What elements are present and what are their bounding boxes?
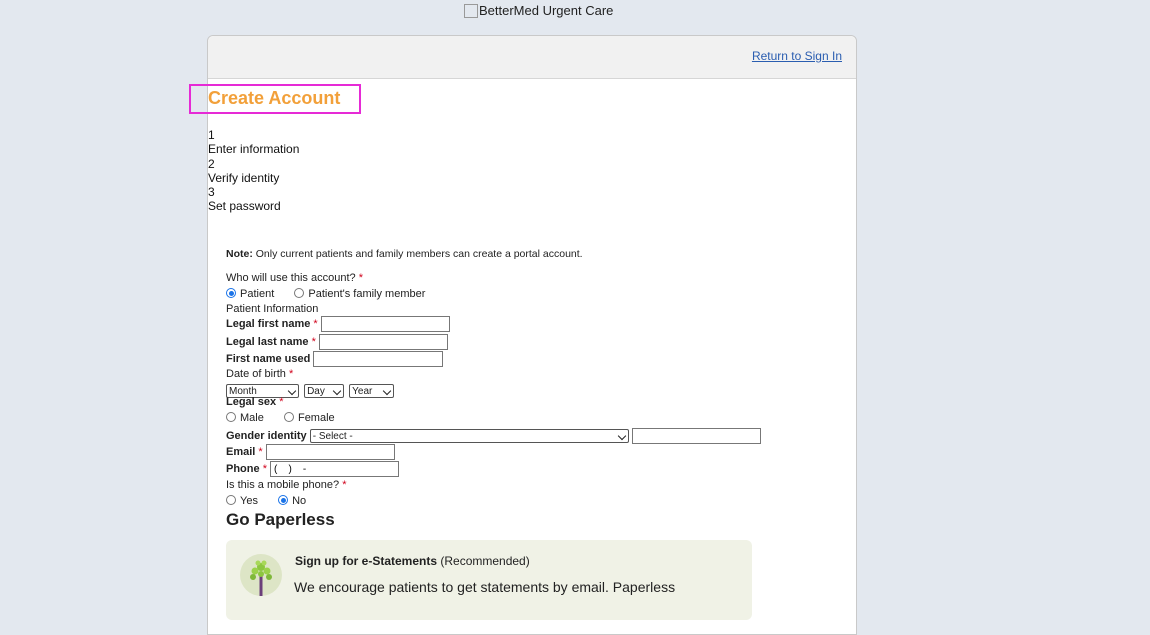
note-label: Note: xyxy=(226,248,253,260)
dob-day-value: Day xyxy=(307,386,325,397)
radio-patient[interactable] xyxy=(226,288,236,298)
first-name-input[interactable] xyxy=(320,316,450,332)
gender-label: Gender identity xyxy=(226,429,307,442)
note: Note: Only current patients and family m… xyxy=(226,248,583,260)
required-mark: * xyxy=(358,272,363,284)
gender-other-input[interactable] xyxy=(631,428,761,444)
radio-no[interactable] xyxy=(278,495,289,505)
gender-select[interactable]: - Select - xyxy=(309,429,629,443)
last-name-row: Legal last name * xyxy=(226,334,448,350)
required-mark: * xyxy=(262,462,267,475)
sex-radio-group: Male Female xyxy=(226,412,335,424)
chevron-down-icon xyxy=(382,386,392,396)
required-mark: * xyxy=(342,479,347,491)
first-name-row: Legal first name * xyxy=(226,316,450,332)
phone-label: Phone xyxy=(226,462,260,475)
chevron-down-icon xyxy=(332,386,342,396)
who-question: Who will use this account? * xyxy=(226,272,363,284)
step-label: Set password xyxy=(208,199,281,214)
recommended-label: (Recommended) xyxy=(440,554,530,568)
first-name-used-input[interactable] xyxy=(313,351,444,367)
estatements-panel: Sign up for e-Statements (Recommended) W… xyxy=(226,540,752,620)
logo-alt-text: BetterMed Urgent Care xyxy=(479,3,614,18)
estatements-title-bold: Sign up for e-Statements xyxy=(295,554,438,568)
gender-row: Gender identity - Select - xyxy=(226,428,761,444)
required-mark: * xyxy=(258,445,263,458)
phone-input[interactable] xyxy=(270,461,400,477)
sex-label-row: Legal sex * xyxy=(226,396,283,408)
page-title: Create Account xyxy=(208,88,341,108)
step-label: Enter information xyxy=(208,142,300,157)
mobile-label-row: Is this a mobile phone? * xyxy=(226,479,346,491)
go-paperless-heading: Go Paperless xyxy=(226,510,335,529)
radio-label: Patient's family member xyxy=(308,288,426,300)
first-name-used-label: First name used xyxy=(226,352,311,365)
phone-row: Phone * xyxy=(226,461,400,477)
chevron-down-icon xyxy=(287,386,297,396)
first-name-label: Legal first name xyxy=(226,317,311,330)
tree-icon xyxy=(240,554,282,596)
radio-label: Male xyxy=(240,412,264,424)
estatements-body: We encourage patients to get statements … xyxy=(294,579,676,595)
broken-image-icon xyxy=(464,3,478,18)
radio-label: Yes xyxy=(240,495,258,507)
dob-year-value: Year xyxy=(352,386,373,397)
dob-label: Date of birth xyxy=(226,368,286,380)
mobile-radio-group: Yes No xyxy=(226,495,306,507)
step-number: 1 xyxy=(208,128,215,142)
dob-label-row: Date of birth * xyxy=(226,368,293,380)
radio-label: No xyxy=(292,495,307,507)
chevron-down-icon xyxy=(617,431,626,441)
steps-indicator: 1 Enter information 2 Verify identity 3 … xyxy=(208,128,299,214)
dob-day-select[interactable]: Day xyxy=(304,384,345,398)
step-number: 3 xyxy=(208,185,215,200)
step-label: Verify identity xyxy=(208,170,280,185)
radio-female[interactable] xyxy=(283,412,294,422)
step-number: 2 xyxy=(208,156,215,171)
return-to-sign-in-link[interactable]: Return to Sign In xyxy=(752,49,842,63)
estatements-title: Sign up for e-Statements (Recommended) xyxy=(295,554,530,568)
required-mark: * xyxy=(279,396,284,408)
dob-year-select[interactable]: Year xyxy=(349,384,395,398)
card-header: Return to Sign In xyxy=(208,36,856,79)
radio-label: Patient xyxy=(240,288,275,300)
last-name-input[interactable] xyxy=(318,334,448,350)
required-mark: * xyxy=(311,335,316,348)
radio-yes[interactable] xyxy=(226,495,236,505)
mobile-label: Is this a mobile phone? xyxy=(226,479,340,491)
email-label: Email xyxy=(226,445,256,458)
gender-select-value: - Select - xyxy=(312,431,353,442)
email-row: Email * xyxy=(226,444,395,460)
sex-label: Legal sex xyxy=(226,396,277,408)
radio-family-member[interactable] xyxy=(294,288,305,298)
radio-male[interactable] xyxy=(226,412,236,422)
radio-label: Female xyxy=(297,412,335,424)
required-mark: * xyxy=(313,317,318,330)
first-name-used-row: First name used xyxy=(226,351,444,367)
last-name-label: Legal last name xyxy=(226,335,309,348)
patient-info-label: Patient Information xyxy=(226,303,319,315)
email-input[interactable] xyxy=(265,444,395,460)
who-label: Who will use this account? xyxy=(226,272,356,284)
who-radio-group: Patient Patient's family member xyxy=(226,288,425,300)
logo: BetterMed Urgent Care xyxy=(464,3,613,18)
note-text: Only current patients and family members… xyxy=(252,248,583,260)
required-mark: * xyxy=(288,368,294,380)
